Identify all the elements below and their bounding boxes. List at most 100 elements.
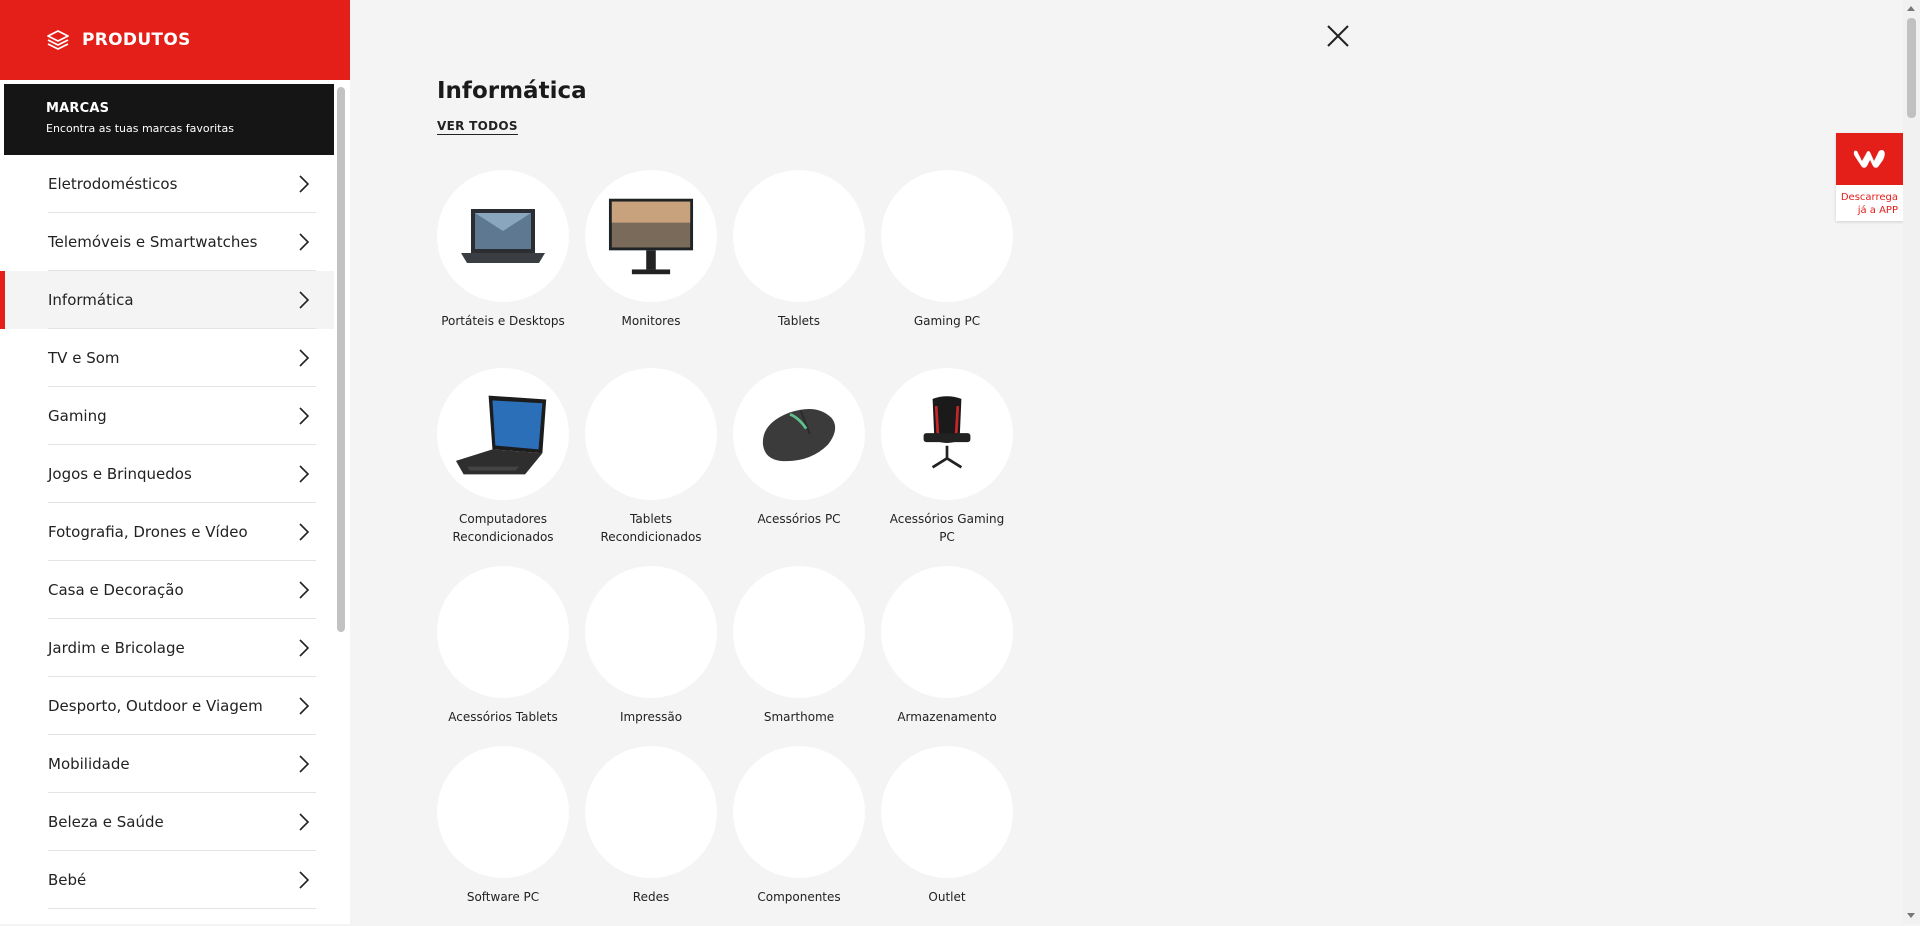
sidebar-item[interactable]: Jogos e Brinquedos [0,445,334,503]
tile-label: Software PC [466,890,540,904]
sidebar-item-label: Informática [48,291,134,309]
subcategory-tile[interactable]: Portáteis e Desktops [437,170,569,348]
tile-label: Componentes [757,890,841,904]
sidebar-item[interactable]: Casa e Decoração [0,561,334,619]
tile-image-placeholder [881,566,1013,698]
sidebar-item-label: Beleza e Saúde [48,813,164,831]
tile-label: Portáteis e Desktops [441,314,565,328]
sidebar-item[interactable]: Bebé [0,851,334,909]
subcategory-tile[interactable]: Acessórios Gaming PC [881,368,1013,546]
laptop-image [437,170,569,302]
tile-label: Impressão [619,710,683,724]
tile-image-placeholder [437,746,569,878]
app-badge-text: Descarrega já a APP [1836,185,1904,217]
sidebar-item[interactable]: Jardim e Bricolage [0,619,334,677]
sidebar-item-label: Telemóveis e Smartwatches [48,233,258,251]
sidebar-item[interactable]: Informática [0,271,334,329]
category-sidebar: PRODUTOS MARCAS Encontra as tuas marcas … [0,0,350,924]
subcategory-tile[interactable]: Redes [585,746,717,906]
sidebar-item[interactable]: Mobilidade [0,735,334,793]
brands-link[interactable]: MARCAS Encontra as tuas marcas favoritas [4,84,334,155]
subcategory-tile[interactable]: Tablets [733,170,865,348]
see-all-link[interactable]: VER TODOS [437,119,518,135]
chevron-right-icon [299,871,310,889]
scroll-up-arrow[interactable] [1907,6,1915,11]
mouse-image [733,368,865,500]
subcategory-tile[interactable]: Impressão [585,566,717,726]
sidebar-item[interactable]: Fotografia, Drones e Vídeo [0,503,334,561]
brands-subtitle: Encontra as tuas marcas favoritas [46,122,234,135]
sidebar-item-label: Fotografia, Drones e Vídeo [48,523,248,541]
chevron-right-icon [299,813,310,831]
tile-label: Redes [632,890,670,904]
tile-label: Tablets [778,314,820,328]
chevron-right-icon [299,291,310,309]
tile-image-placeholder [733,170,865,302]
category-list: Eletrodomésticos Telemóveis e Smartwatche… [0,155,334,909]
sidebar-item[interactable]: Gaming [0,387,334,445]
sidebar-item-label: TV e Som [48,349,120,367]
sidebar-item-label: Bebé [48,871,87,889]
sidebar-item[interactable]: TV e Som [0,329,334,387]
subcategory-tile[interactable]: Smarthome [733,566,865,726]
chevron-right-icon [299,349,310,367]
chevron-right-icon [299,755,310,773]
tile-label: Computadores Recondicionados [452,512,554,544]
layers-icon [47,30,69,50]
sidebar-item[interactable]: Eletrodomésticos [0,155,334,213]
tile-label: Armazenamento [897,710,997,724]
scroll-down-arrow[interactable] [1907,913,1915,918]
brands-title: MARCAS [46,101,110,116]
sidebar-item[interactable]: Beleza e Saúde [0,793,334,851]
sidebar-item-label: Gaming [48,407,107,425]
tile-label: Smarthome [763,710,835,724]
tile-image-placeholder [881,170,1013,302]
app-badge-line2: já a APP [1857,205,1898,216]
subcategory-tile[interactable]: Armazenamento [881,566,1013,726]
tile-label: Acessórios PC [757,512,841,526]
gaming-chair-image [881,368,1013,500]
subcategory-grid: Portáteis e Desktops Monitores Tablets Gami… [437,170,1013,926]
subcategory-tile[interactable]: Tablets Recondicionados [585,368,717,546]
tile-image-placeholder [585,368,717,500]
sidebar-scrollbar[interactable] [337,87,345,632]
worten-logo-icon [1853,150,1885,168]
close-icon[interactable] [1326,24,1350,48]
sidebar-item-label: Jardim e Bricolage [48,639,185,657]
sidebar-item[interactable]: Desporto, Outdoor e Viagem [0,677,334,735]
app-logo [1836,133,1904,185]
tile-label: Acessórios Tablets [448,710,558,724]
subcategory-tile[interactable]: Componentes [733,746,865,906]
scrollbar-thumb[interactable] [1907,18,1916,118]
sidebar-item-label: Eletrodomésticos [48,175,178,193]
subcategory-tile[interactable]: Software PC [437,746,569,906]
download-app-badge[interactable]: Descarrega já a APP [1836,133,1904,221]
page-title: Informática [437,78,587,104]
tile-label: Monitores [621,314,681,328]
subcategory-tile[interactable]: Acessórios Tablets [437,566,569,726]
subcategory-tile[interactable]: Computadores Recondicionados [437,368,569,546]
sidebar-item-label: Casa e Decoração [48,581,184,599]
subcategory-tile[interactable]: Acessórios PC [733,368,865,546]
tile-image-placeholder [881,746,1013,878]
sidebar-item[interactable]: Telemóveis e Smartwatches [0,213,334,271]
tile-label: Outlet [928,890,966,904]
sidebar-item-label: Jogos e Brinquedos [48,465,192,483]
tile-label: Acessórios Gaming PC [889,512,1005,544]
tile-image-placeholder [585,566,717,698]
refurbished-laptop-image [437,368,569,500]
tile-image-placeholder [585,746,717,878]
subcategory-tile[interactable]: Outlet [881,746,1013,906]
app-badge-line1: Descarrega [1840,192,1898,203]
sidebar-title: PRODUTOS [82,30,191,50]
chevron-right-icon [299,697,310,715]
tile-image-placeholder [733,566,865,698]
chevron-right-icon [299,407,310,425]
page-scrollbar[interactable] [1903,0,1920,924]
sidebar-item-label: Mobilidade [48,755,130,773]
monitor-image [585,170,717,302]
subcategory-tile[interactable]: Gaming PC [881,170,1013,348]
subcategory-tile[interactable]: Monitores [585,170,717,348]
chevron-right-icon [299,523,310,541]
tile-label: Gaming PC [913,314,981,328]
